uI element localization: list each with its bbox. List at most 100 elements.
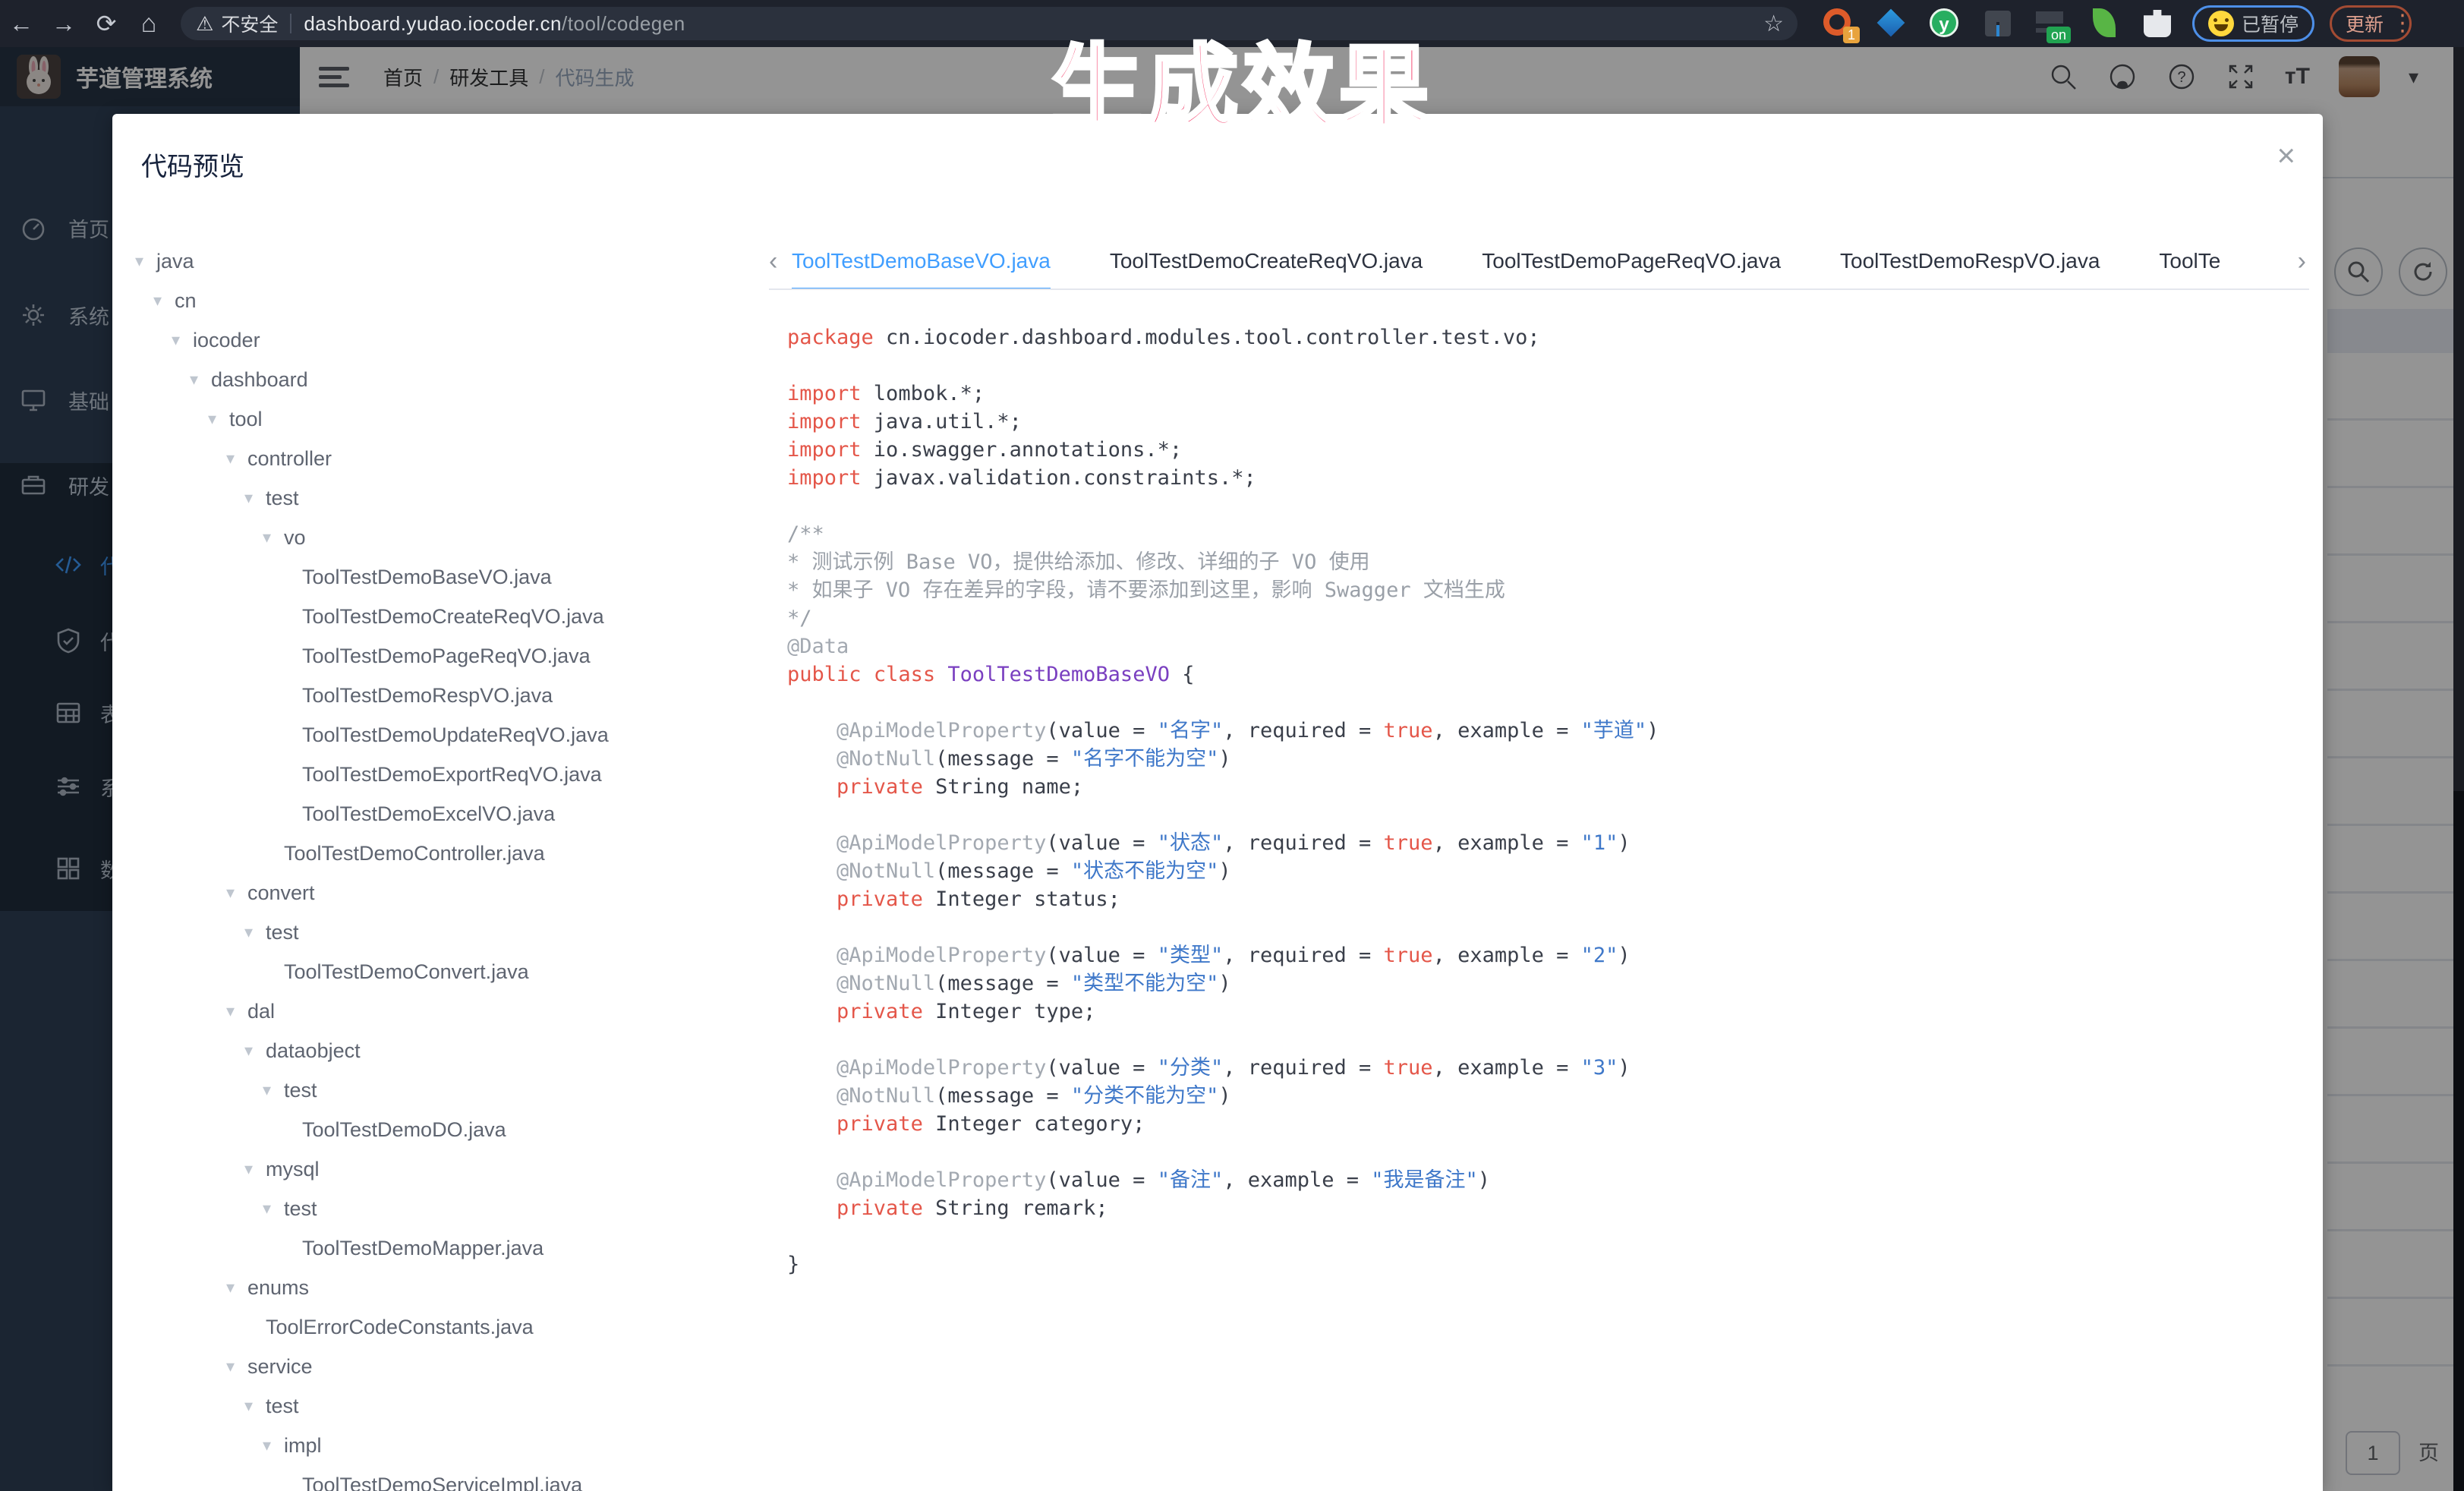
browser-back-icon[interactable]: ← xyxy=(0,10,43,38)
tree-node-label: ToolTestDemoServiceImpl.java xyxy=(302,1474,582,1491)
extension-leaf-icon[interactable] xyxy=(2089,8,2119,39)
code-line xyxy=(787,801,2309,829)
tree-folder-row[interactable]: ▾vo xyxy=(129,518,767,557)
caret-down-icon[interactable]: ▾ xyxy=(190,370,211,389)
address-bar[interactable]: ⚠ 不安全 dashboard.yudao.iocoder.cn/tool/co… xyxy=(181,7,1798,40)
file-tab[interactable]: ToolTestDemoBaseVO.java xyxy=(792,234,1051,290)
code-line xyxy=(787,351,2309,380)
file-tab[interactable]: ToolTestDemoRespVO.java xyxy=(1840,234,2100,290)
browser-update-button[interactable]: 更新 ⋮ xyxy=(2330,5,2412,42)
code-line xyxy=(787,1138,2309,1166)
caret-down-icon[interactable]: ▾ xyxy=(226,449,247,468)
tree-folder-row[interactable]: ▾enums xyxy=(129,1268,767,1307)
caret-down-icon[interactable]: ▾ xyxy=(263,1199,284,1218)
tree-file-row[interactable]: ToolTestDemoBaseVO.java xyxy=(129,557,767,597)
caret-down-icon[interactable]: ▾ xyxy=(244,1396,266,1416)
tree-folder-row[interactable]: ▾iocoder xyxy=(129,320,767,360)
caret-down-icon[interactable]: ▾ xyxy=(263,1436,284,1455)
caret-down-icon[interactable]: ▾ xyxy=(226,1278,247,1297)
tree-folder-row[interactable]: ▾mysql xyxy=(129,1149,767,1189)
bookmark-star-icon[interactable]: ☆ xyxy=(1763,11,1784,37)
tree-file-row[interactable]: ToolErrorCodeConstants.java xyxy=(129,1307,767,1347)
tree-node-label: tool xyxy=(229,408,263,431)
tree-folder-row[interactable]: ▾test xyxy=(129,1189,767,1228)
code-line xyxy=(787,913,2309,941)
code-line: @ApiModelProperty(value = "类型", required… xyxy=(787,941,2309,969)
tree-folder-row[interactable]: ▾impl xyxy=(129,1426,767,1465)
code-panel: ‹ ToolTestDemoBaseVO.java ToolTestDemoCre… xyxy=(769,234,2309,1491)
tree-node-label: ToolTestDemoConvert.java xyxy=(284,960,529,984)
extension-list-icon[interactable]: on xyxy=(2036,8,2066,39)
browser-menu-kebab-icon[interactable]: ⋮ xyxy=(2391,18,2402,29)
dialog-close-icon[interactable]: × xyxy=(2277,140,2295,172)
tree-file-row[interactable]: ToolTestDemoController.java xyxy=(129,834,767,873)
extension-green-circle-icon[interactable]: y xyxy=(1930,8,1960,39)
file-tab[interactable]: ToolTestDemoPageReqVO.java xyxy=(1482,234,1781,290)
tree-folder-row[interactable]: ▾service xyxy=(129,1347,767,1386)
tabs-scroll-left-icon[interactable]: ‹ xyxy=(769,234,777,288)
extension-grid-icon[interactable] xyxy=(1983,8,2013,39)
caret-down-icon[interactable]: ▾ xyxy=(263,528,284,547)
tree-folder-row[interactable]: ▾test xyxy=(129,478,767,518)
tree-folder-row[interactable]: ▾dataobject xyxy=(129,1031,767,1070)
tree-folder-row[interactable]: ▾tool xyxy=(129,399,767,439)
tree-folder-row[interactable]: ▾test xyxy=(129,1386,767,1426)
file-tab[interactable]: ToolTe xyxy=(2159,234,2220,290)
tree-file-row[interactable]: ToolTestDemoUpdateReqVO.java xyxy=(129,715,767,755)
caret-down-icon[interactable]: ▾ xyxy=(135,251,156,271)
extensions-puzzle-icon[interactable] xyxy=(2142,8,2173,39)
tree-folder-row[interactable]: ▾dashboard xyxy=(129,360,767,399)
browser-forward-icon[interactable]: → xyxy=(43,10,85,38)
extension-gem-icon[interactable] xyxy=(1876,8,1907,39)
caret-down-icon[interactable]: ▾ xyxy=(244,922,266,942)
caret-down-icon[interactable]: ▾ xyxy=(226,1357,247,1376)
extension-orange-ring-icon[interactable]: 1 xyxy=(1823,8,1854,39)
tree-file-row[interactable]: ToolTestDemoPageReqVO.java xyxy=(129,636,767,676)
url-text[interactable]: dashboard.yudao.iocoder.cn/tool/codegen xyxy=(304,12,685,36)
caret-down-icon[interactable]: ▾ xyxy=(208,409,229,429)
tree-folder-row[interactable]: ▾controller xyxy=(129,439,767,478)
tree-file-row[interactable]: ToolTestDemoServiceImpl.java xyxy=(129,1465,767,1491)
tree-file-row[interactable]: ToolTestDemoCreateReqVO.java xyxy=(129,597,767,636)
tree-node-label: service xyxy=(247,1355,313,1379)
tree-node-label: test xyxy=(266,487,299,510)
tree-file-row[interactable]: ToolTestDemoMapper.java xyxy=(129,1228,767,1268)
caret-down-icon[interactable]: ▾ xyxy=(244,488,266,508)
tree-folder-row[interactable]: ▾java xyxy=(129,241,767,281)
tree-folder-row[interactable]: ▾dal xyxy=(129,991,767,1031)
caret-down-icon[interactable]: ▾ xyxy=(244,1041,266,1061)
url-host: dashboard.yudao.iocoder.cn xyxy=(304,12,562,35)
tree-file-row[interactable]: ToolTestDemoConvert.java xyxy=(129,952,767,991)
profile-paused-chip[interactable]: 已暂停 xyxy=(2192,5,2314,42)
tree-folder-row[interactable]: ▾test xyxy=(129,913,767,952)
screenshot-stage: ← → ⟳ ⌂ ⚠ 不安全 dashboard.yudao.iocoder.cn… xyxy=(0,0,2464,1491)
tree-node-label: ToolTestDemoPageReqVO.java xyxy=(302,645,591,668)
tabs-scroll-right-icon[interactable]: › xyxy=(2298,234,2306,288)
browser-home-icon[interactable]: ⌂ xyxy=(128,9,170,39)
code-line: */ xyxy=(787,604,2309,632)
tree-node-label: test xyxy=(266,921,299,944)
tree-file-row[interactable]: ToolTestDemoExportReqVO.java xyxy=(129,755,767,794)
not-secure-label[interactable]: 不安全 xyxy=(221,10,278,37)
tree-folder-row[interactable]: ▾test xyxy=(129,1070,767,1110)
caret-down-icon[interactable]: ▾ xyxy=(153,291,175,310)
tree-node-label: mysql xyxy=(266,1158,320,1181)
url-path: /tool/codegen xyxy=(562,12,685,35)
tree-file-row[interactable]: ToolTestDemoRespVO.java xyxy=(129,676,767,715)
caret-down-icon[interactable]: ▾ xyxy=(226,883,247,903)
tree-file-row[interactable]: ToolTestDemoDO.java xyxy=(129,1110,767,1149)
file-tab[interactable]: ToolTestDemoCreateReqVO.java xyxy=(1110,234,1423,290)
tree-node-label: iocoder xyxy=(193,329,260,352)
browser-refresh-icon[interactable]: ⟳ xyxy=(85,9,128,38)
tree-folder-row[interactable]: ▾cn xyxy=(129,281,767,320)
code-line: private Integer category; xyxy=(787,1110,2309,1138)
tree-node-label: ToolTestDemoRespVO.java xyxy=(302,684,553,708)
caret-down-icon[interactable]: ▾ xyxy=(244,1159,266,1179)
caret-down-icon[interactable]: ▾ xyxy=(263,1080,284,1100)
tree-folder-row[interactable]: ▾convert xyxy=(129,873,767,913)
tree-file-row[interactable]: ToolTestDemoExcelVO.java xyxy=(129,794,767,834)
code-line: @ApiModelProperty(value = "分类", required… xyxy=(787,1054,2309,1082)
caret-down-icon[interactable]: ▾ xyxy=(226,1001,247,1021)
caret-down-icon[interactable]: ▾ xyxy=(172,330,193,350)
tree-node-label: cn xyxy=(175,289,197,313)
